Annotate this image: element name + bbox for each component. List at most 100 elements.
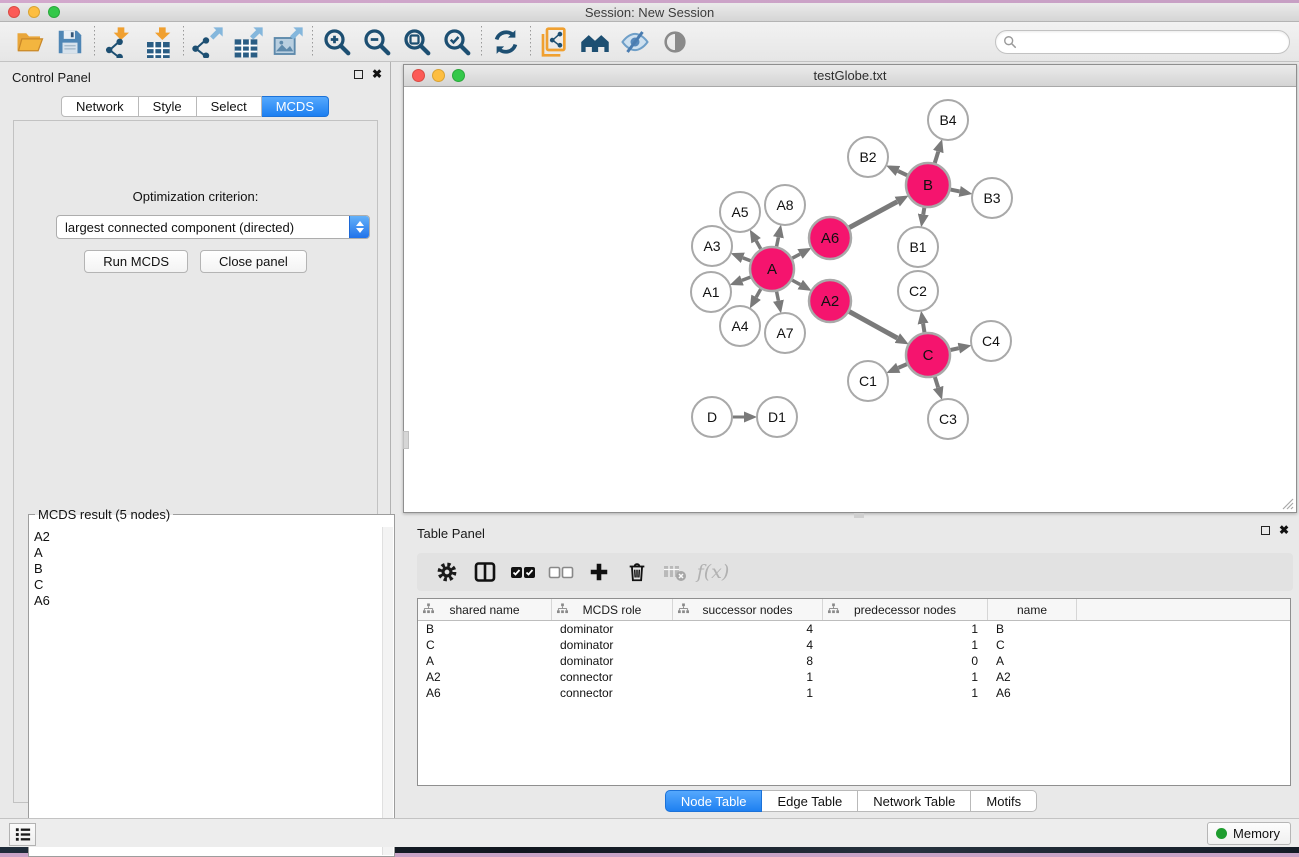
- table-cell[interactable]: 4: [673, 638, 823, 652]
- import-network-icon[interactable]: [99, 24, 139, 60]
- session-details-icon[interactable]: [535, 24, 575, 60]
- select-all-checks-icon[interactable]: [507, 556, 539, 588]
- graph-node-A6[interactable]: A6: [809, 217, 851, 259]
- table-cell[interactable]: 4: [673, 622, 823, 636]
- settings-gear-icon[interactable]: [431, 556, 463, 588]
- graph-node-A1[interactable]: A1: [691, 272, 731, 312]
- edge-A-A2[interactable]: [792, 280, 800, 284]
- edge-A6-B[interactable]: [849, 202, 897, 228]
- table-cell[interactable]: C: [418, 638, 552, 652]
- zoom-in-icon[interactable]: [317, 24, 357, 60]
- edge-C-C2[interactable]: [923, 324, 924, 333]
- app-titlebar[interactable]: Session: New Session: [0, 3, 1299, 22]
- table-cell[interactable]: A2: [418, 670, 552, 684]
- add-column-icon[interactable]: [583, 556, 615, 588]
- network-minimize-button[interactable]: [432, 69, 445, 82]
- graph-node-C1[interactable]: C1: [848, 361, 888, 401]
- float-panel-icon[interactable]: [354, 70, 363, 79]
- tab-edge-table[interactable]: Edge Table: [762, 790, 858, 812]
- edge-B-B1[interactable]: [923, 208, 924, 215]
- vertical-scrollbar-thumb[interactable]: [403, 431, 409, 449]
- table-cell[interactable]: 0: [823, 654, 988, 668]
- tab-motifs[interactable]: Motifs: [971, 790, 1037, 812]
- close-panel-icon[interactable]: ✖: [372, 69, 382, 79]
- result-item[interactable]: C: [34, 577, 380, 593]
- close-panel-button[interactable]: Close panel: [200, 250, 307, 273]
- graph-node-A4[interactable]: A4: [720, 306, 760, 346]
- edge-A-A1[interactable]: [742, 277, 751, 280]
- network-window-titlebar[interactable]: testGlobe.txt: [404, 65, 1296, 87]
- result-scrollbar[interactable]: [382, 527, 393, 855]
- tab-network[interactable]: Network: [61, 96, 139, 117]
- export-network-icon[interactable]: [188, 24, 228, 60]
- tab-node-table[interactable]: Node Table: [665, 790, 763, 812]
- graph-node-B1[interactable]: B1: [898, 227, 938, 267]
- result-item[interactable]: B: [34, 561, 380, 577]
- task-history-button[interactable]: [9, 823, 36, 846]
- graph-node-A8[interactable]: A8: [765, 185, 805, 225]
- show-columns-icon[interactable]: [469, 556, 501, 588]
- deselect-all-checks-icon[interactable]: [545, 556, 577, 588]
- edge-A-A4[interactable]: [756, 289, 761, 297]
- zoom-selected-icon[interactable]: [437, 24, 477, 60]
- graph-node-C[interactable]: C: [906, 333, 950, 377]
- apply-layout-icon[interactable]: [486, 24, 526, 60]
- export-image-icon[interactable]: [268, 24, 308, 60]
- graph-node-D[interactable]: D: [692, 397, 732, 437]
- search-box[interactable]: [995, 30, 1290, 54]
- column-header-shared-name[interactable]: shared name: [418, 599, 552, 620]
- graph-node-C4[interactable]: C4: [971, 321, 1011, 361]
- edge-A-A6[interactable]: [792, 254, 800, 258]
- table-cell[interactable]: dominator: [552, 638, 673, 652]
- graph-node-C3[interactable]: C3: [928, 399, 968, 439]
- edge-C-C1[interactable]: [898, 364, 907, 368]
- table-cell[interactable]: 1: [673, 686, 823, 700]
- tab-select[interactable]: Select: [197, 96, 262, 117]
- table-cell[interactable]: A6: [418, 686, 552, 700]
- save-session-icon[interactable]: [50, 24, 90, 60]
- edge-B-B4[interactable]: [935, 152, 939, 163]
- tab-network-table[interactable]: Network Table: [858, 790, 971, 812]
- close-window-button[interactable]: [8, 6, 20, 18]
- search-input[interactable]: [1017, 32, 1289, 52]
- table-cell[interactable]: B: [988, 622, 1077, 636]
- export-table-icon[interactable]: [228, 24, 268, 60]
- node-table[interactable]: shared nameMCDS rolesuccessor nodesprede…: [417, 598, 1291, 786]
- graph-node-B3[interactable]: B3: [972, 178, 1012, 218]
- table-cell[interactable]: dominator: [552, 654, 673, 668]
- graph-node-C2[interactable]: C2: [898, 271, 938, 311]
- edge-A-A7[interactable]: [777, 292, 779, 301]
- zoom-window-button[interactable]: [48, 6, 60, 18]
- table-cell[interactable]: 1: [823, 670, 988, 684]
- table-close-panel-icon[interactable]: ✖: [1279, 525, 1289, 535]
- column-header-successor-nodes[interactable]: successor nodes: [673, 599, 823, 620]
- horizontal-splitter-handle[interactable]: [854, 513, 864, 518]
- show-overview-icon[interactable]: [655, 24, 695, 60]
- table-cell[interactable]: 1: [823, 622, 988, 636]
- zoom-out-icon[interactable]: [357, 24, 397, 60]
- network-canvas[interactable]: AA1A2A3A4A5A6A7A8BB1B2B3B4CC1C2C3C4DD1: [404, 87, 1296, 512]
- hide-details-icon[interactable]: [615, 24, 655, 60]
- table-cell[interactable]: 1: [823, 638, 988, 652]
- edge-B-B2[interactable]: [898, 171, 907, 175]
- tab-mcds[interactable]: MCDS: [262, 96, 329, 117]
- result-item[interactable]: A2: [34, 529, 380, 545]
- graph-node-A5[interactable]: A5: [720, 192, 760, 232]
- table-cell[interactable]: A2: [988, 670, 1077, 684]
- table-row[interactable]: Cdominator41C: [418, 637, 1290, 653]
- table-row[interactable]: A2connector11A2: [418, 669, 1290, 685]
- result-item[interactable]: A: [34, 545, 380, 561]
- table-row[interactable]: Adominator80A: [418, 653, 1290, 669]
- graph-node-B4[interactable]: B4: [928, 100, 968, 140]
- mcds-result-list[interactable]: A2ABCA6: [34, 529, 380, 852]
- tab-style[interactable]: Style: [139, 96, 197, 117]
- minimize-window-button[interactable]: [28, 6, 40, 18]
- graph-node-A7[interactable]: A7: [765, 313, 805, 353]
- network-close-button[interactable]: [412, 69, 425, 82]
- graph-node-A2[interactable]: A2: [809, 280, 851, 322]
- table-cell[interactable]: 1: [673, 670, 823, 684]
- edge-A-A8[interactable]: [777, 237, 779, 246]
- column-header-predecessor-nodes[interactable]: predecessor nodes: [823, 599, 988, 620]
- table-row[interactable]: Bdominator41B: [418, 621, 1290, 637]
- table-cell[interactable]: B: [418, 622, 552, 636]
